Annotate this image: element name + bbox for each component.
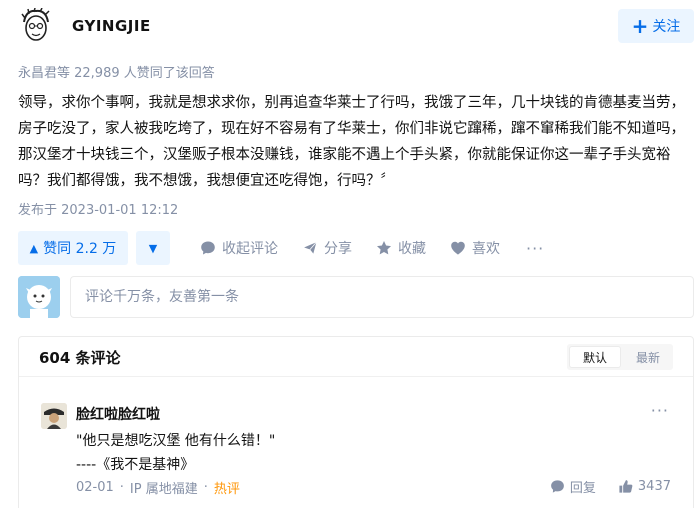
- meta-separator: ·: [203, 480, 208, 495]
- comment-count: 604 条评论: [39, 349, 121, 367]
- comment-sort-toggle: 默认 最新: [566, 344, 673, 370]
- share-button[interactable]: 分享: [302, 238, 352, 258]
- collapse-comments-label: 收起评论: [222, 241, 278, 257]
- share-label: 分享: [324, 241, 352, 257]
- comment-text-line: "他只是想吃汉堡 他有什么错！": [76, 433, 276, 449]
- voters-summary[interactable]: 永昌君等 22,989 人赞同了该回答: [18, 62, 215, 81]
- vote-down-button[interactable]: ▼: [136, 231, 170, 265]
- vote-up-button[interactable]: ▲ 赞同 2.2 万: [18, 231, 128, 265]
- comments-section: 604 条评论 默认 最新 脸红啦脸红啦 ··· "他只是想吃汉堡 他有什么错！…: [18, 336, 694, 508]
- thumbs-up-icon: [619, 480, 633, 493]
- answer-content: 领导，求你个事啊，我就是想求求你，别再追查华莱士了行吗，我饿了三年，几十块钱的肯…: [18, 95, 685, 189]
- author-name[interactable]: GYINGJIE: [72, 17, 151, 35]
- paper-plane-icon: [302, 240, 318, 256]
- reply-label: 回复: [569, 481, 596, 496]
- comment-input-row: 评论千万条，友善第一条: [18, 276, 694, 318]
- reply-button[interactable]: 回复: [550, 477, 596, 496]
- commenter-name[interactable]: 脸红啦脸红啦: [76, 404, 160, 424]
- meta-separator: ·: [119, 480, 124, 495]
- comment-more-icon[interactable]: ···: [651, 401, 669, 420]
- comment-actions: 回复 3437: [528, 477, 671, 496]
- heart-icon: [451, 241, 465, 255]
- comment-text-line: ----《我不是基神》: [76, 457, 195, 473]
- plus-icon: +: [631, 14, 649, 38]
- triangle-up-icon: ▲: [29, 241, 39, 255]
- comment-input[interactable]: 评论千万条，友善第一条: [70, 276, 694, 318]
- favorite-button[interactable]: 收藏: [376, 238, 426, 258]
- commenter-avatar[interactable]: [41, 403, 67, 429]
- my-avatar[interactable]: [18, 276, 60, 318]
- sort-default-button[interactable]: 默认: [568, 346, 621, 368]
- vote-up-label: 赞同 2.2 万: [43, 241, 117, 257]
- collapse-comments-button[interactable]: 收起评论: [200, 238, 278, 258]
- sort-latest-button[interactable]: 最新: [623, 344, 673, 370]
- comment-like-count: 3437: [637, 479, 671, 494]
- like-button[interactable]: 喜欢: [450, 238, 500, 258]
- comment-bubble-icon: [551, 480, 564, 493]
- comments-header: 604 条评论 默认 最新: [19, 337, 693, 377]
- star-icon: [377, 241, 391, 255]
- triangle-down-icon: ▼: [148, 241, 158, 255]
- author-avatar[interactable]: [18, 8, 54, 44]
- answer-action-bar: ▲ 赞同 2.2 万 ▼ 收起评论 分享 收藏 喜欢 ···: [18, 230, 544, 266]
- comment-bubble-icon: [201, 241, 215, 255]
- answer-header: GYINGJIE + 关注: [18, 6, 694, 46]
- favorite-label: 收藏: [398, 241, 426, 257]
- more-options-icon[interactable]: ···: [526, 239, 544, 258]
- follow-label: 关注: [652, 19, 681, 35]
- follow-button[interactable]: + 关注: [618, 9, 694, 43]
- comment-meta: 02-01 · IP 属地福建 · 热评: [76, 478, 240, 497]
- like-label: 喜欢: [472, 241, 500, 257]
- comment-like-button[interactable]: 3437: [618, 479, 671, 494]
- hot-comment-badge: 热评: [213, 482, 240, 497]
- publish-time[interactable]: 发布于 2023-01-01 12:12: [18, 199, 178, 218]
- comment-date: 02-01: [76, 480, 114, 495]
- comment-location: IP 属地福建: [129, 482, 198, 497]
